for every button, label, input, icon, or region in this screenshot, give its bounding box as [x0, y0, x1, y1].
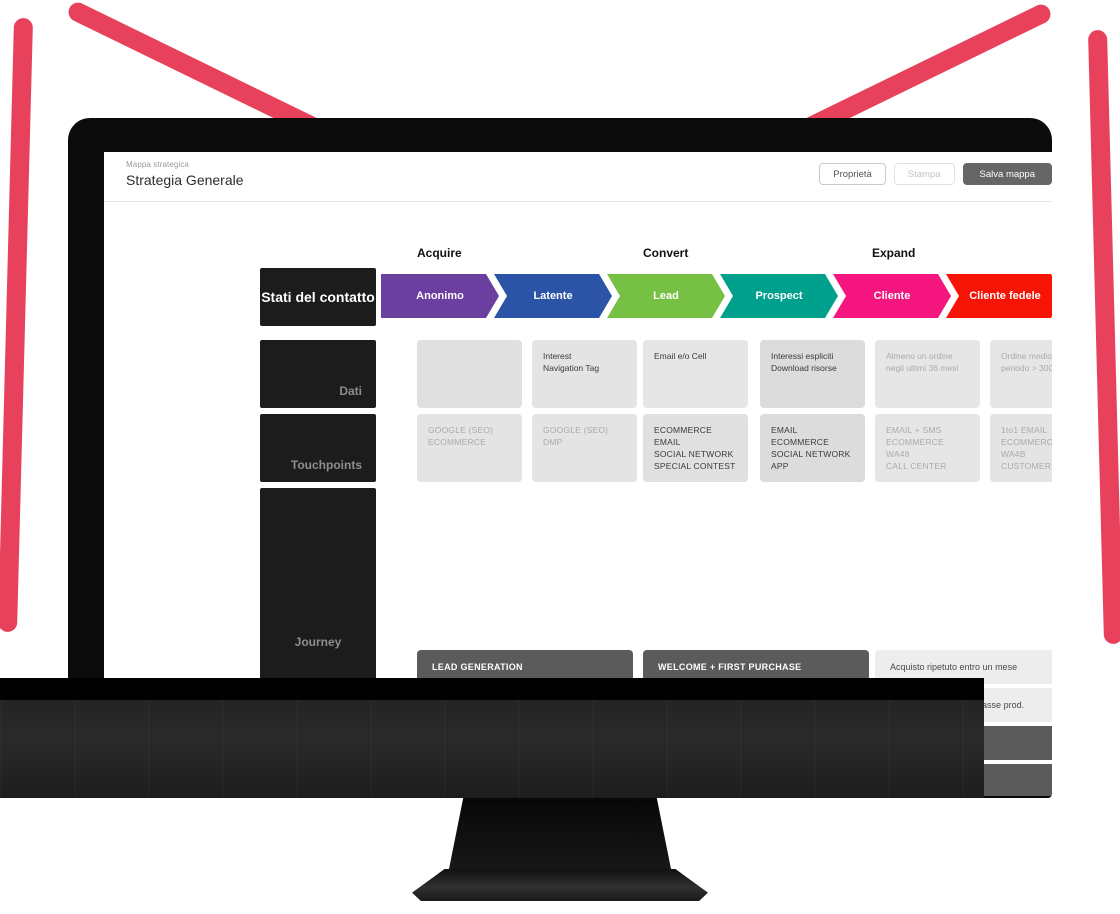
journey-bar-label: LEAD GENERATION [432, 662, 523, 672]
touchpoints-cell-line: WA4B [1001, 449, 1026, 459]
touchpoints-cell-line: ECOMMERCE [654, 425, 712, 435]
monitor-stand-base [412, 869, 708, 901]
touchpoints-cell-line: ECOMMERCE [886, 437, 944, 447]
dati-cell-line: Interessi espliciti [771, 351, 834, 361]
touchpoints-cell[interactable]: 1to1 EMAIL ECOMMERCE WA4B CUSTOMER CARE [990, 414, 1052, 482]
row-header-states: Stati del contatto [260, 268, 376, 326]
dati-cell[interactable]: Almeno un ordine negli ultimi 36 mesi [875, 340, 980, 408]
page-title: Strategia Generale [126, 172, 244, 188]
dati-cell-line: Ordine medio nel [1001, 351, 1052, 361]
stage-label-cliente: Cliente [873, 290, 911, 302]
phase-label-convert: Convert [643, 246, 689, 260]
touchpoints-cell-line: DMP [543, 437, 563, 447]
touchpoints-cell-line: SOCIAL NETWORK [771, 449, 851, 459]
dati-cell-line: Interest [543, 351, 572, 361]
touchpoints-cell-line: SOCIAL NETWORK [654, 449, 734, 459]
touchpoints-cell-line: GOOGLE (SEO) [543, 425, 609, 435]
stage-label-lead: Lead [653, 290, 679, 302]
touchpoints-cell-line: CALL CENTER [886, 461, 947, 471]
stage-chevron-cliente[interactable]: Cliente [833, 274, 951, 318]
save-map-button[interactable]: Salva mappa [962, 163, 1052, 185]
stage-label-latente: Latente [533, 290, 573, 302]
print-button[interactable]: Stampa [893, 163, 955, 185]
stage-chevron-lead[interactable]: Lead [607, 274, 725, 318]
decor-stroke-left-vertical [0, 17, 34, 633]
touchpoints-cell[interactable]: GOOGLE (SEO) ECOMMERCE [417, 414, 522, 482]
dati-cell-line: Download risorse [771, 363, 837, 373]
header-actions: Proprietà Stampa Salva mappa [819, 163, 1052, 185]
touchpoints-cell-line: EMAIL [654, 437, 681, 447]
dati-cell-line: Almeno un ordine [886, 351, 953, 361]
monitor-bezel-bottom [0, 678, 984, 798]
stage-chevron-prospect[interactable]: Prospect [720, 274, 838, 318]
dati-cell[interactable] [417, 340, 522, 408]
touchpoints-cell-line: 1to1 EMAIL [1001, 425, 1048, 435]
stage-chevron-latente[interactable]: Latente [494, 274, 612, 318]
touchpoints-cell-line: ECOMMERCE [771, 437, 829, 447]
properties-button[interactable]: Proprietà [819, 163, 886, 185]
touchpoints-cell[interactable]: ECOMMERCE EMAIL SOCIAL NETWORK SPECIAL CONT… [643, 414, 748, 482]
row-header-dati-label: Dati [339, 384, 362, 398]
stage-chevron-cliente-fedele[interactable]: Cliente fedele [946, 274, 1052, 318]
touchpoints-cell-line: ECOMMERCE [428, 437, 486, 447]
row-header-journey-label: Journey [294, 635, 342, 649]
journey-bar-label: Acquisto ripetuto entro un mese [890, 662, 1018, 672]
stage-label-prospect: Prospect [755, 290, 803, 302]
dati-cell[interactable]: Email e/o Cell [643, 340, 748, 408]
touchpoints-cell-line: EMAIL + SMS [886, 425, 942, 435]
row-header-touchpoints: Touchpoints [260, 414, 376, 482]
touchpoints-cell-line: SPECIAL CONTEST [654, 461, 736, 471]
row-header-states-label: Stati del contatto [261, 288, 375, 305]
row-header-dati: Dati [260, 340, 376, 408]
touchpoints-cell[interactable]: EMAIL ECOMMERCE SOCIAL NETWORK APP [760, 414, 865, 482]
phase-label-expand: Expand [872, 246, 916, 260]
touchpoints-cell[interactable]: EMAIL + SMS ECOMMERCE WA48 CALL CENTER [875, 414, 980, 482]
dati-cell-line: Email e/o Cell [654, 351, 707, 361]
touchpoints-cell-line: WA48 [886, 449, 910, 459]
touchpoints-cell-line: GOOGLE (SEO) [428, 425, 494, 435]
dati-cell-line: negli ultimi 36 mesi [886, 363, 959, 373]
app-header: Mappa strategica Strategia Generale Prop… [104, 152, 1052, 202]
touchpoints-cell-line: APP [771, 461, 789, 471]
screenshot-scene: Mappa strategica Strategia Generale Prop… [0, 0, 1120, 914]
touchpoints-cell-line: CUSTOMER CARE [1001, 461, 1052, 471]
touchpoints-cell-line: ECOMMERCE [1001, 437, 1052, 447]
stage-label-anonimo: Anonimo [416, 290, 464, 302]
header-kicker: Mappa strategica [126, 160, 189, 169]
touchpoints-cell-line: EMAIL [771, 425, 798, 435]
dati-cell[interactable]: Interessi espliciti Download risorse [760, 340, 865, 408]
phase-label-acquire: Acquire [417, 246, 462, 260]
decor-stroke-right-vertical [1087, 29, 1120, 645]
dati-cell-line: Navigation Tag [543, 363, 600, 373]
dati-cell-line: periodo > 300 € [1001, 363, 1052, 373]
stage-label-cliente-fedele: Cliente fedele [969, 290, 1041, 302]
touchpoints-cell[interactable]: GOOGLE (SEO) DMP [532, 414, 637, 482]
journey-bar-label: WELCOME + FIRST PURCHASE [658, 662, 802, 672]
dati-cell[interactable]: Ordine medio nel periodo > 300 € [990, 340, 1052, 408]
row-header-touchpoints-label: Touchpoints [290, 458, 362, 472]
stage-chevron-anonimo[interactable]: Anonimo [381, 274, 499, 318]
dati-cell[interactable]: Interest Navigation Tag [532, 340, 637, 408]
